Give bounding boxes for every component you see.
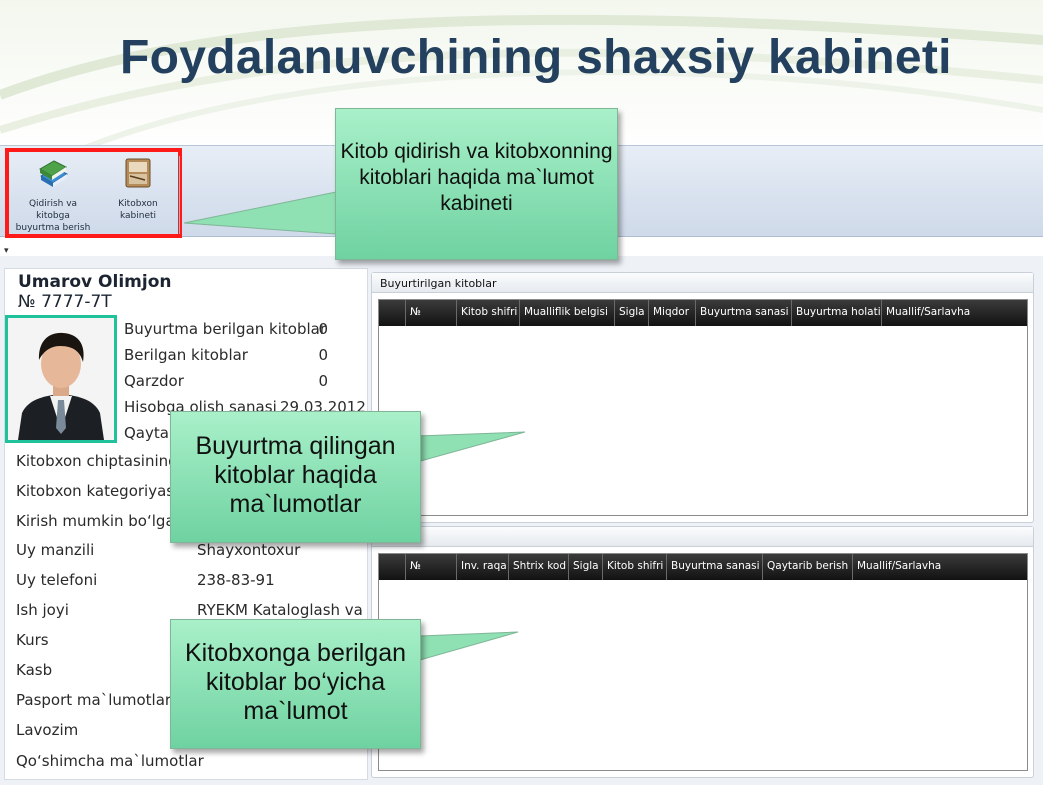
info-label: Uy manzili (16, 541, 95, 559)
issued-books-grid-header: № Inv. raqa Shtrix kod Sigla Kitob shifr… (379, 554, 1027, 580)
reader-cabinet-label: Kitobxon kabineti (118, 199, 158, 221)
grid-column-header[interactable] (379, 554, 406, 580)
grid-column-header[interactable]: Qaytarib berish (763, 554, 853, 580)
info-label: Ish joyi (16, 601, 69, 619)
grid-column-header[interactable]: Sigla (569, 554, 603, 580)
search-order-label: Qidirish va kitobga buyurtma berish (15, 199, 91, 233)
grid-column-header[interactable]: Kitob shifri (603, 554, 667, 580)
stat-label: Qarzdor (124, 372, 184, 390)
ribbon-info-callout: Kitob qidirish va kitobxonning kitoblari… (335, 108, 618, 260)
search-order-button[interactable]: Qidirish va kitobga buyurtma berish (11, 156, 95, 234)
books-icon (11, 156, 95, 194)
reader-cabinet-icon (97, 156, 179, 194)
grid-column-header[interactable]: Sigla (615, 300, 649, 326)
stat-value: 0 (318, 372, 328, 390)
slide-title: Foydalanuvchining shaxsiy kabineti (120, 31, 952, 84)
stat-label: Buyurtma berilgan kitoblar (124, 320, 327, 338)
grid-column-header[interactable]: № (406, 554, 457, 580)
info-label: Kurs (16, 631, 49, 649)
grid-column-header[interactable]: Miqdor (649, 300, 696, 326)
grid-column-header[interactable]: Buyurtma sanasi (696, 300, 792, 326)
ribbon-group-highlight: Qidirish va kitobga buyurtma berish Kito… (5, 148, 182, 238)
ordered-books-panel: Buyurtirilgan kitoblar № Kitob shifri Mu… (371, 272, 1034, 523)
info-label: Uy telefoni (16, 571, 98, 589)
ordered-books-grid-header: № Kitob shifri Mualliflik belgisi Sigla … (379, 300, 1027, 326)
grid-column-header[interactable]: Muallif/Sarlavha (853, 554, 1027, 580)
ribbon-callout-pointer (183, 191, 337, 235)
info-label: Kasb (16, 661, 53, 679)
info-label: Pasport ma`lumotlari (16, 691, 176, 709)
grid-column-header[interactable] (379, 300, 406, 326)
grid-column-header[interactable]: Muallif/Sarlavha (882, 300, 1027, 326)
issued-callout-pointer (419, 631, 519, 661)
ordered-callout-pointer (416, 431, 526, 463)
info-value: 238-83-91 (197, 571, 275, 589)
user-card-number: № 7777-7T (18, 292, 112, 312)
info-label: Lavozim (16, 721, 79, 739)
stat-value: 0 (318, 320, 328, 338)
issued-books-title: 'lda (372, 527, 1033, 547)
info-label: Kirish mumkin bo‘lga (16, 512, 175, 530)
stat-label: Qayta (124, 424, 169, 442)
info-label: Kitobxon chiptasining (16, 452, 178, 470)
stat-label: Berilgan kitoblar (124, 346, 248, 364)
grid-column-header[interactable]: Kitob shifri (457, 300, 520, 326)
user-name: Umarov Olimjon (18, 272, 172, 292)
ordered-books-callout: Buyurtma qilingan kitoblar haqida ma`lum… (170, 411, 421, 543)
info-label: Kitobxon kategoriyas (16, 482, 175, 500)
person-photo-icon (8, 318, 114, 440)
info-label: Qo‘shimcha ma`lumotlar (16, 752, 204, 770)
ordered-books-grid[interactable]: № Kitob shifri Mualliflik belgisi Sigla … (378, 299, 1028, 516)
stat-value: 0 (318, 346, 328, 364)
ribbon-collapse-icon[interactable]: ▾ (4, 246, 9, 256)
info-value: Shayxontoxur (197, 541, 301, 559)
grid-column-header[interactable]: Inv. raqa (457, 554, 509, 580)
grid-column-header[interactable]: Buyurtma sanasi (667, 554, 763, 580)
ordered-books-title: Buyurtirilgan kitoblar (372, 273, 1033, 293)
grid-column-header[interactable]: Buyurtma holati (792, 300, 882, 326)
reader-cabinet-button[interactable]: Kitobxon kabineti (97, 156, 179, 234)
grid-column-header[interactable]: Shtrix kod (509, 554, 569, 580)
user-photo (5, 315, 117, 443)
grid-column-header[interactable]: Mualliflik belgisi (520, 300, 615, 326)
grid-column-header[interactable]: № (406, 300, 457, 326)
issued-books-callout: Kitobxonga berilgan kitoblar bo‘yicha ma… (170, 619, 421, 749)
info-value: RYEKM Kataloglash va (197, 601, 362, 619)
